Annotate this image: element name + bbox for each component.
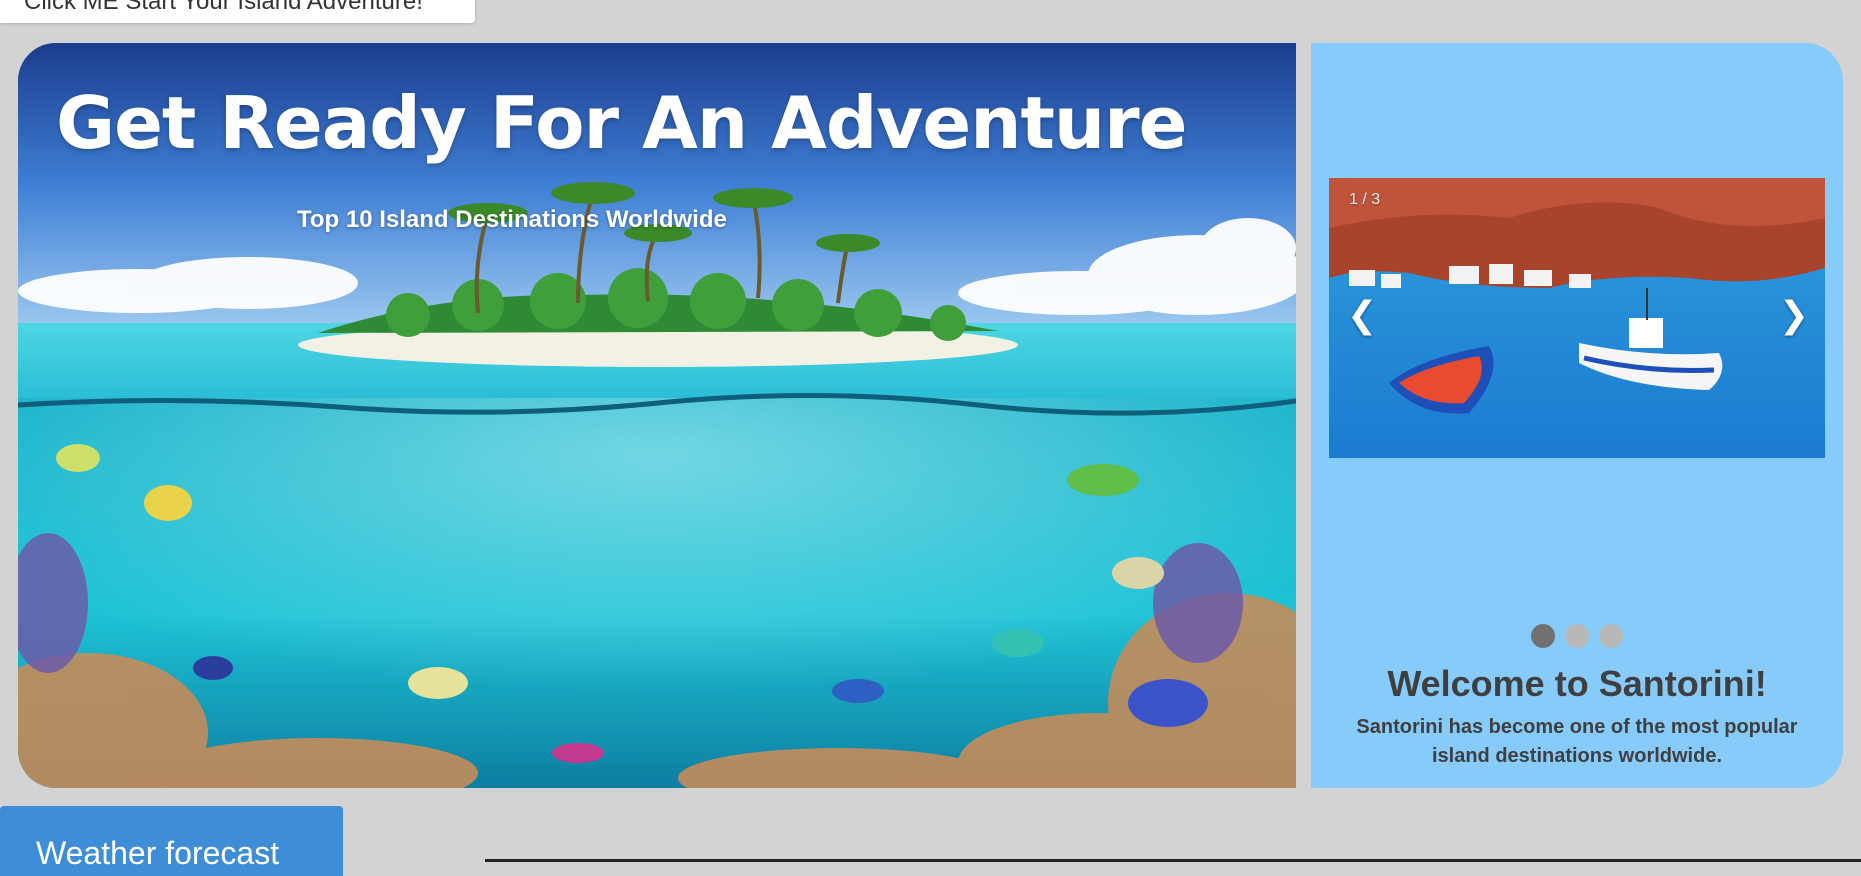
start-adventure-button[interactable]: Click ME Start Your Island Adventure! <box>0 0 475 23</box>
slide-dot-2[interactable] <box>1565 624 1589 648</box>
slide-indicator-dots <box>1311 624 1843 648</box>
hero-banner: Get Ready For An Adventure Top 10 Island… <box>18 43 1296 788</box>
slide-next-button[interactable]: ❯ <box>1779 295 1809 335</box>
slide-heading: Welcome to Santorini! <box>1387 663 1767 704</box>
slide-dot-3[interactable] <box>1599 624 1623 648</box>
slide-prev-button[interactable]: ❮ <box>1347 295 1377 335</box>
hero-title: Get Ready For An Adventure <box>56 81 1187 165</box>
santorini-slide-image <box>1329 178 1825 458</box>
slide-description: Santorini has become one of the most pop… <box>1356 716 1798 767</box>
slide-counter: 1 / 3 <box>1349 191 1381 208</box>
slideshow-frame: 1 / 3 ❮ ❯ <box>1329 178 1825 458</box>
slide-dot-1[interactable] <box>1531 624 1555 648</box>
destination-slideshow-panel: 1 / 3 ❮ ❯ Welcome to Santorini! Santorin… <box>1311 43 1843 788</box>
weather-forecast-button[interactable]: Weather forecast <box>0 806 343 876</box>
hero-subtitle: Top 10 Island Destinations Worldwide <box>297 206 727 233</box>
